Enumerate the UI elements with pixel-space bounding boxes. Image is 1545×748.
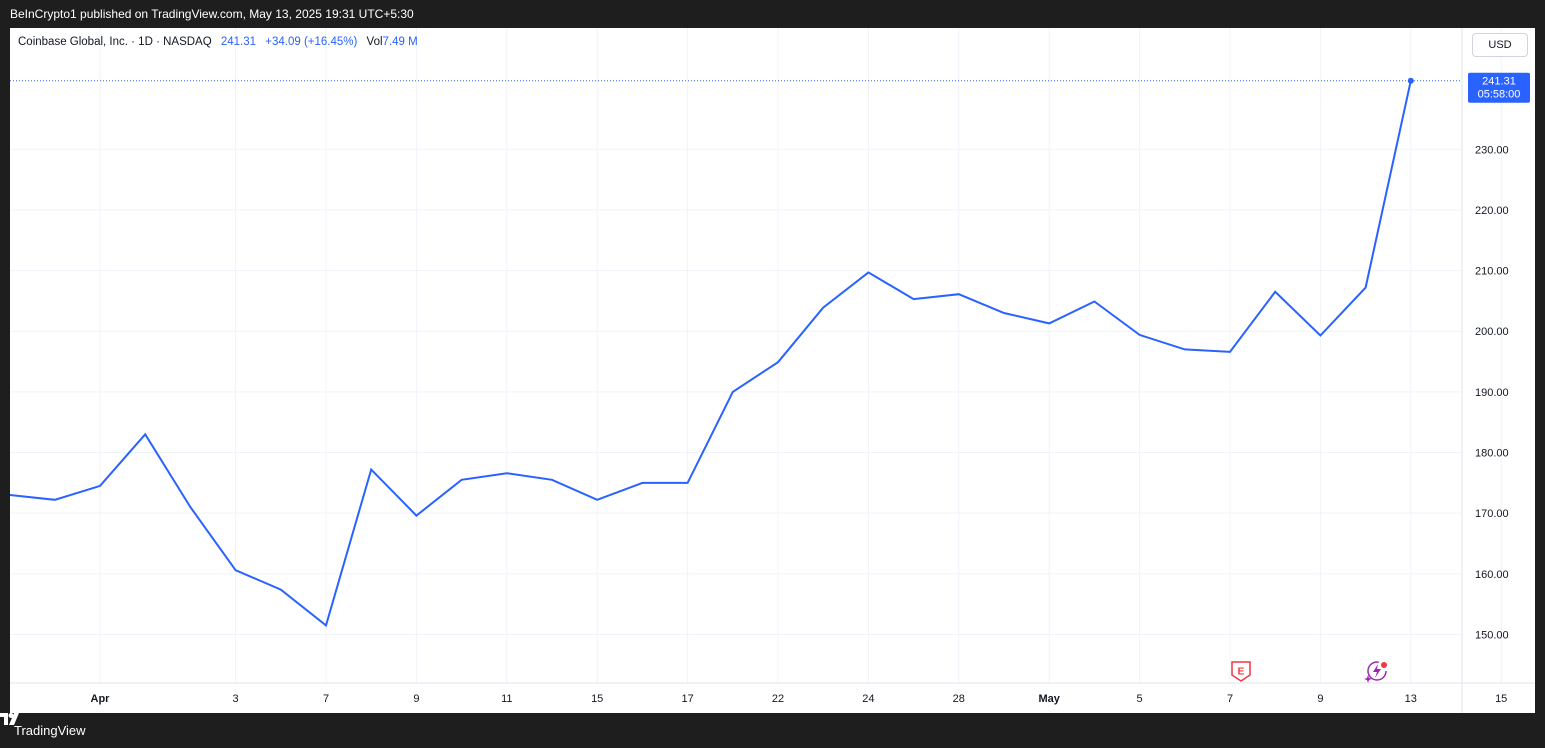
y-tick-label: 210.00 <box>1475 266 1509 278</box>
x-tick-label: 3 <box>233 693 239 705</box>
y-tick-label: 220.00 <box>1475 205 1509 217</box>
y-tick-label: 170.00 <box>1475 508 1509 520</box>
published-text: BeInCrypto1 published on TradingView.com… <box>10 7 414 21</box>
last-price-dot <box>1407 77 1414 84</box>
volume-label: Vol <box>366 36 383 48</box>
footer-bar: TradingView <box>0 713 1545 748</box>
last-price-tag-countdown: 05:58:00 <box>1478 89 1521 101</box>
x-tick-label: 5 <box>1137 693 1143 705</box>
x-tick-label: 28 <box>953 693 965 705</box>
series-line[interactable] <box>10 80 1412 628</box>
last-price-tag: 241.31 05:58:00 <box>1468 72 1530 103</box>
footer-brand: TradingView <box>14 723 86 738</box>
published-header: BeInCrypto1 published on TradingView.com… <box>0 0 1545 28</box>
x-tick-label: 9 <box>1317 693 1323 705</box>
grid-lines <box>10 28 1502 683</box>
x-tick-label: 15 <box>591 693 603 705</box>
x-tick-label: 15 <box>1495 693 1507 705</box>
earnings-e-icon[interactable]: E <box>1231 661 1251 682</box>
y-tick-label: 180.00 <box>1475 448 1509 460</box>
svg-text:E: E <box>1238 667 1245 678</box>
last-price-value: 241.31 <box>220 36 257 48</box>
x-tick-label: 24 <box>862 693 874 705</box>
x-tick-label: 11 <box>501 693 512 705</box>
x-tick-label: 9 <box>413 693 419 705</box>
lightning-event-icon[interactable] <box>1364 661 1387 683</box>
x-tick-label: 13 <box>1405 693 1417 705</box>
x-tick-label: 22 <box>772 693 784 705</box>
y-axis: 150.00 160.00 170.00 180.00 190.00 200.00 210.… <box>1475 144 1509 641</box>
y-tick-label: 230.00 <box>1475 144 1509 156</box>
x-tick-label: 7 <box>1227 693 1233 705</box>
symbol-title: Coinbase Global, Inc. · 1D · NASDAQ <box>18 36 212 48</box>
y-tick-label: 200.00 <box>1475 326 1509 338</box>
x-tick-label: 17 <box>681 693 693 705</box>
x-tick-label: Apr <box>91 693 111 705</box>
y-tick-label: 190.00 <box>1475 387 1509 399</box>
x-tick-label: 7 <box>323 693 329 705</box>
y-tick-label: 160.00 <box>1475 569 1509 581</box>
y-tick-label: 150.00 <box>1475 629 1509 641</box>
volume-value: 7.49 M <box>382 36 418 48</box>
symbol-legend: Coinbase Global, Inc. · 1D · NASDAQ 241.… <box>18 36 418 48</box>
chart-panel[interactable]: 150.00 160.00 170.00 180.00 190.00 200.00 210.… <box>10 28 1535 713</box>
price-change: +34.09 (+16.45%) <box>265 36 358 48</box>
last-price-tag-value: 241.31 <box>1482 76 1516 88</box>
x-axis: Apr 3 7 9 11 15 17 22 24 28 May 5 7 9 13 15 <box>91 693 1508 705</box>
x-tick-label: May <box>1038 693 1060 705</box>
price-chart[interactable]: 150.00 160.00 170.00 180.00 190.00 200.00 210.… <box>10 28 1535 713</box>
currency-button[interactable]: USD <box>1472 33 1528 57</box>
